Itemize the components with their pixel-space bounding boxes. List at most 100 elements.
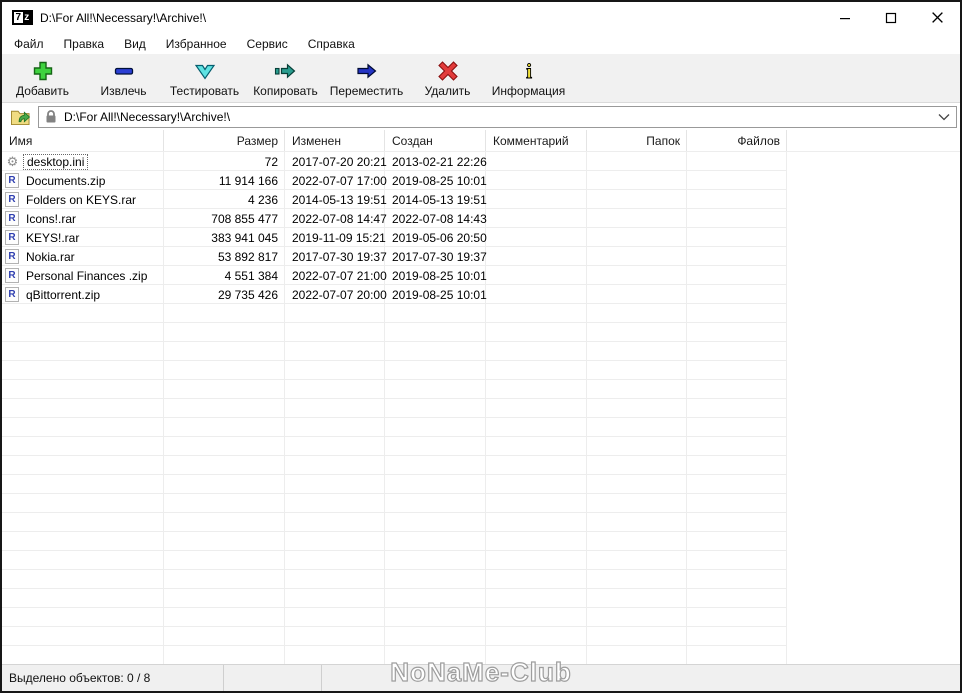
menu-edit[interactable]: Правка [54, 35, 115, 53]
address-bar: D:\For All!\Necessary!\Archive!\ [2, 103, 960, 130]
extract-minus-icon [114, 67, 133, 75]
file-list: ⚙ desktop.ini 72 2017-07-20 20:21 2013-02… [2, 152, 960, 664]
file-name[interactable]: Personal Finances .zip [23, 269, 150, 283]
file-created: 2019-08-25 10:01 [392, 173, 487, 188]
rar-archive-icon: R [5, 287, 19, 302]
test-button-label: Тестировать [169, 83, 240, 98]
folder-up-icon [10, 110, 30, 126]
info-button[interactable]: i Информация [488, 54, 569, 102]
file-name[interactable]: KEYS!.rar [23, 231, 82, 245]
file-modified: 2022-07-08 14:47 [292, 211, 387, 226]
file-modified: 2017-07-30 19:37 [292, 249, 387, 264]
file-modified: 2017-07-20 20:21 [292, 154, 387, 169]
copy-button-label: Копировать [253, 83, 318, 98]
minimize-icon [840, 17, 850, 19]
minimize-button[interactable] [822, 2, 868, 33]
extract-button-label: Извлечь [100, 83, 147, 98]
address-combo-box[interactable]: D:\For All!\Necessary!\Archive!\ [38, 105, 957, 128]
file-size: 53 892 817 [217, 249, 278, 264]
file-created: 2017-07-30 19:37 [392, 249, 487, 264]
window-title: D:\For All!\Necessary!\Archive!\ [40, 10, 207, 25]
file-created: 2014-05-13 19:51 [392, 192, 487, 207]
file-name[interactable]: Folders on KEYS.rar [23, 193, 139, 207]
rar-archive-icon: R [5, 230, 19, 245]
file-size: 72 [264, 154, 278, 169]
app-window: 7 z D:\For All!\Necessary!\Archive!\ Фай… [0, 0, 962, 693]
menu-help[interactable]: Справка [298, 35, 365, 53]
column-header-comment[interactable]: Комментарий [486, 130, 587, 151]
watermark: NoNaMe-Club [390, 656, 572, 687]
file-name[interactable]: Icons!.rar [23, 212, 79, 226]
table-row[interactable]: R Icons!.rar 708 855 477 2022-07-08 14:47… [2, 209, 960, 228]
test-button[interactable]: Тестировать [164, 54, 245, 102]
rar-archive-icon: R [5, 268, 19, 283]
table-row[interactable]: ⚙ desktop.ini 72 2017-07-20 20:21 2013-02… [2, 152, 960, 171]
add-plus-icon [33, 61, 52, 80]
list-header: Имя Размер Изменен Создан Комментарий Па… [2, 130, 960, 152]
address-path[interactable]: D:\For All!\Necessary!\Archive!\ [64, 110, 938, 124]
table-row[interactable]: R Nokia.rar 53 892 817 2017-07-30 19:37 2… [2, 247, 960, 266]
delete-button-label: Удалить [424, 83, 471, 98]
lock-icon [46, 110, 56, 123]
info-button-label: Информация [491, 83, 566, 98]
table-row[interactable]: R KEYS!.rar 383 941 045 2019-11-09 15:21 … [2, 228, 960, 247]
rar-archive-icon: R [5, 249, 19, 264]
table-row[interactable]: RqBittorrent.zip 29 735 426 2022-07-07 2… [2, 285, 960, 304]
file-size: 29 735 426 [217, 287, 278, 302]
window-controls [822, 2, 960, 33]
title-bar: 7 z D:\For All!\Necessary!\Archive!\ [2, 2, 960, 33]
maximize-button[interactable] [868, 2, 914, 33]
file-modified: 2022-07-07 20:00 [292, 287, 387, 302]
column-header-folders[interactable]: Папок [587, 130, 687, 151]
file-name[interactable]: qBittorrent.zip [23, 288, 103, 302]
column-header-created[interactable]: Создан [385, 130, 486, 151]
move-button-label: Переместить [329, 83, 404, 98]
maximize-icon [885, 12, 897, 23]
file-name[interactable]: desktop.ini [23, 153, 89, 170]
delete-button[interactable]: Удалить [407, 54, 488, 102]
table-row[interactable]: R Documents.zip 11 914 166 2022-07-07 17:… [2, 171, 960, 190]
navigate-up-button[interactable] [6, 105, 34, 129]
close-button[interactable] [914, 2, 960, 33]
column-header-spacer [787, 130, 960, 151]
column-header-size[interactable]: Размер [164, 130, 285, 151]
move-arrow-icon [356, 63, 376, 78]
menu-file[interactable]: Файл [4, 35, 54, 53]
app-icon-7: 7 [14, 12, 23, 23]
add-button[interactable]: Добавить [2, 54, 83, 102]
copy-button[interactable]: Копировать [245, 54, 326, 102]
7zip-app-icon: 7 z [12, 10, 33, 25]
column-header-files[interactable]: Файлов [687, 130, 787, 151]
file-created: 2019-05-06 20:50 [392, 230, 487, 245]
file-created: 2022-07-08 14:43 [392, 211, 487, 226]
delete-x-icon [437, 60, 458, 81]
test-check-icon [194, 64, 215, 80]
add-button-label: Добавить [15, 83, 70, 98]
chevron-down-icon[interactable] [938, 113, 950, 121]
app-icon-z: z [22, 12, 31, 23]
extract-button[interactable]: Извлечь [83, 54, 164, 102]
menu-favorites[interactable]: Избранное [156, 35, 237, 53]
file-modified: 2014-05-13 19:51 [292, 192, 387, 207]
file-name[interactable]: Nokia.rar [23, 250, 78, 264]
column-header-name[interactable]: Имя [2, 130, 164, 151]
toolbar: Добавить Извлечь Тестировать Копировать [2, 54, 960, 103]
file-size: 383 941 045 [211, 230, 278, 245]
move-button[interactable]: Переместить [326, 54, 407, 102]
file-size: 4 236 [247, 192, 278, 207]
menu-view[interactable]: Вид [114, 35, 156, 53]
column-header-modified[interactable]: Изменен [285, 130, 385, 151]
file-size: 708 855 477 [211, 211, 278, 226]
copy-arrow-icon [274, 62, 295, 79]
file-name[interactable]: Documents.zip [23, 174, 108, 188]
menu-tools[interactable]: Сервис [237, 35, 298, 53]
file-modified: 2019-11-09 15:21 [292, 230, 386, 245]
svg-text:i: i [526, 59, 532, 83]
file-modified: 2022-07-07 21:00 [292, 268, 387, 283]
file-modified: 2022-07-07 17:00 [292, 173, 387, 188]
table-row[interactable]: R Folders on KEYS.rar 4 236 2014-05-13 19… [2, 190, 960, 209]
table-row[interactable]: R Personal Finances .zip 4 551 384 2022-0… [2, 266, 960, 285]
close-icon [931, 12, 943, 23]
rar-archive-icon: R [5, 211, 19, 226]
rar-archive-icon: R [5, 192, 19, 207]
